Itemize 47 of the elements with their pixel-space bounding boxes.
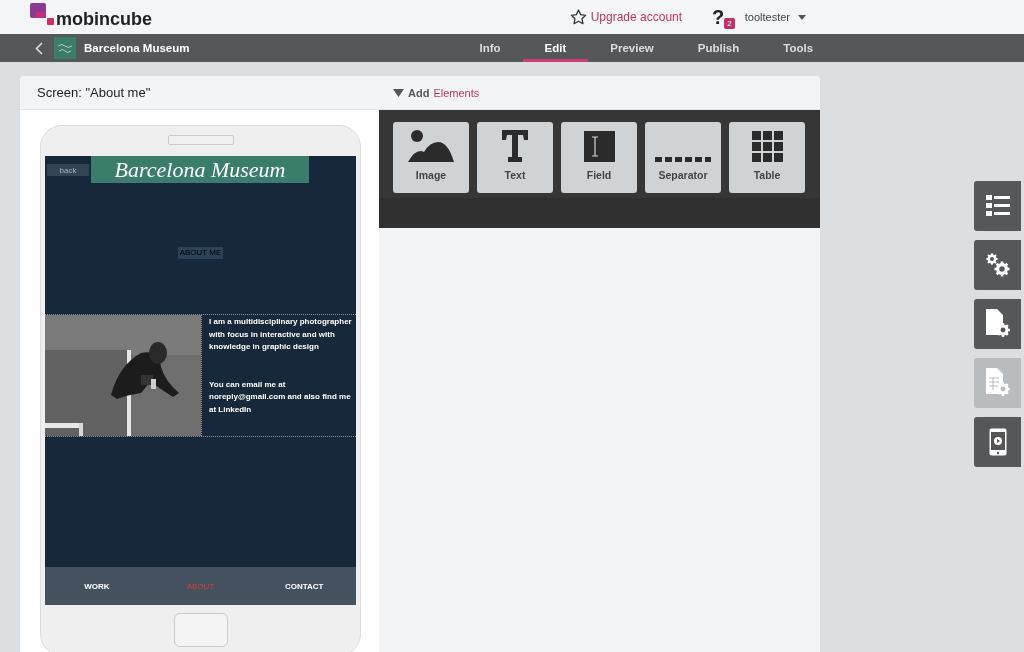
nav-tab[interactable]: Edit	[522, 34, 589, 62]
grid-icon	[751, 131, 783, 162]
side-tool-button[interactable]	[974, 181, 1021, 231]
element-button[interactable]: Text	[477, 122, 553, 193]
help-button[interactable]: ?	[712, 5, 725, 29]
back-icon[interactable]	[35, 41, 43, 55]
logo-icon	[30, 3, 54, 25]
menu-item[interactable]: WORK	[45, 579, 149, 593]
add-label: Add	[408, 86, 430, 99]
letter-t-icon	[502, 130, 528, 162]
caret-icon[interactable]	[798, 14, 806, 20]
side-tool-button[interactable]	[974, 240, 1021, 290]
page-gear-icon	[983, 309, 1012, 339]
banner-title: Barcelona Museum	[114, 156, 286, 183]
triangle-icon[interactable]	[393, 88, 404, 97]
text-field-icon	[583, 131, 615, 162]
phone-play-icon	[988, 428, 1007, 456]
phone-speaker	[167, 135, 234, 145]
element-button[interactable]: Image	[393, 122, 469, 193]
bio-paragraph: I am a multidisciplinary photographer with focus in interactive and with knowledge in graphic design	[209, 316, 352, 353]
element-button[interactable]: Field	[561, 122, 637, 193]
menu-item[interactable]: CONTACT	[252, 579, 356, 593]
list-icon	[985, 195, 1010, 217]
section-heading: ABOUT ME	[177, 247, 224, 259]
side-tool-button[interactable]	[974, 417, 1021, 467]
notification-badge: 2	[724, 17, 735, 29]
app-title: Barcelona Museum	[84, 42, 190, 54]
element-button[interactable]: Table	[729, 122, 805, 193]
back-button[interactable]: back	[47, 164, 89, 176]
nav-tab[interactable]: Tools	[761, 34, 836, 62]
screen-title: Screen: "About me"	[37, 85, 152, 100]
dashed-line-icon	[655, 157, 711, 162]
table-gear-icon	[983, 368, 1012, 398]
nav-tab[interactable]: Publish	[675, 34, 762, 62]
element-button[interactable]: Separator	[645, 122, 721, 193]
gears-icon	[983, 251, 1012, 279]
upgrade-link[interactable]: Upgrade account	[590, 10, 683, 24]
image-icon	[408, 130, 454, 162]
elements-link[interactable]: Elements	[433, 86, 480, 99]
nav-tab[interactable]: Preview	[588, 34, 676, 62]
bio-paragraph: You can email me at noreply@gmail.com and also find me at LinkedIn	[209, 378, 352, 416]
nav-tab[interactable]: Info	[457, 34, 523, 62]
app-thumbnail-icon	[54, 37, 76, 59]
user-menu[interactable]: tooltester	[744, 11, 790, 23]
side-tool-button[interactable]	[974, 299, 1021, 349]
star-icon	[569, 9, 587, 25]
brand-name: mobincube	[56, 8, 152, 30]
